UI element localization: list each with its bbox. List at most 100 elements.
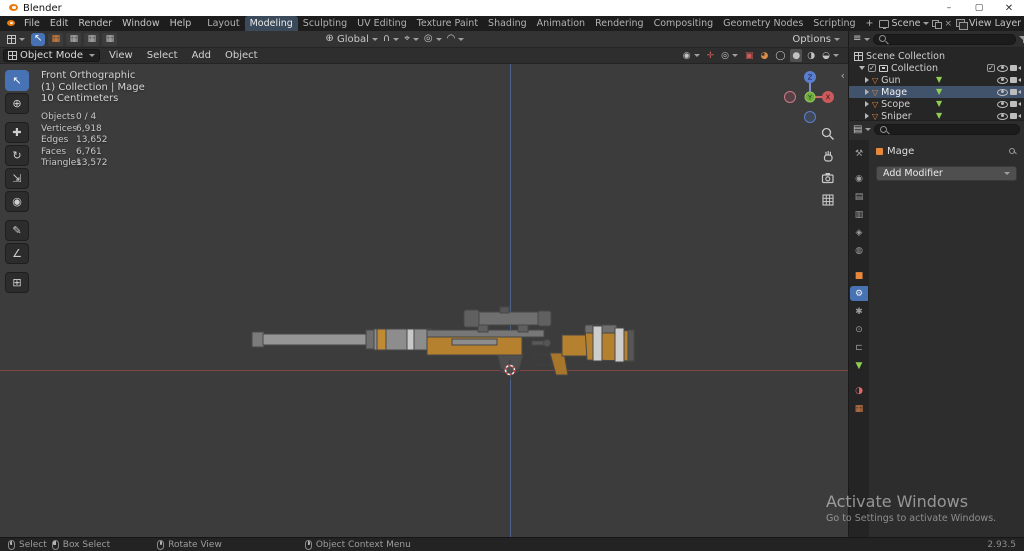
- shading-solid[interactable]: ●: [790, 49, 802, 62]
- workspace-tab-layout[interactable]: Layout: [202, 16, 244, 31]
- outliner-row-collection[interactable]: Collection: [849, 62, 1024, 74]
- properties-tab-modifiers[interactable]: ⚙: [850, 286, 868, 301]
- mage-expand-caret[interactable]: [865, 89, 869, 95]
- properties-tab-output[interactable]: ▤: [850, 189, 868, 204]
- zoom-icon[interactable]: [820, 126, 836, 142]
- camera-view-icon[interactable]: [820, 170, 836, 186]
- scope-render-icon[interactable]: [1010, 99, 1021, 108]
- tool-scale[interactable]: ⇲: [5, 168, 29, 189]
- properties-tab-world[interactable]: ◍: [850, 243, 868, 258]
- collection-render-icon[interactable]: [1010, 63, 1021, 72]
- outliner-row-mage[interactable]: ▽ Mage ▼: [849, 86, 1024, 98]
- outliner-row-scope[interactable]: ▽ Scope ▼: [849, 98, 1024, 110]
- properties-search-input[interactable]: [892, 125, 1015, 135]
- workspace-tab-sculpting[interactable]: Sculpting: [298, 16, 352, 31]
- tool-annotate[interactable]: ✎: [5, 220, 29, 241]
- outliner-row-sniper[interactable]: ▽ Sniper ▼: [849, 110, 1024, 120]
- workspace-tab-rendering[interactable]: Rendering: [590, 16, 649, 31]
- xray-toggle[interactable]: ▣: [743, 49, 756, 62]
- mage-render-icon[interactable]: [1010, 87, 1021, 96]
- sniper-hide-icon[interactable]: [997, 111, 1008, 120]
- object-visibility-dropdown[interactable]: ◉: [681, 49, 702, 62]
- tool-measure[interactable]: ∠: [5, 243, 29, 264]
- gun-render-icon[interactable]: [1010, 75, 1021, 84]
- tool-cursor[interactable]: ⊕: [5, 93, 29, 114]
- menu-window[interactable]: Window: [117, 18, 164, 29]
- tool-transform[interactable]: ◉: [5, 191, 29, 212]
- workspace-tab-animation[interactable]: Animation: [532, 16, 590, 31]
- transform-orientation-dropdown[interactable]: ⊕ Global: [325, 34, 377, 45]
- new-scene-icon[interactable]: [932, 20, 940, 28]
- shading-rendered[interactable]: ◒: [820, 49, 841, 62]
- properties-tab-view-layer[interactable]: ▥: [850, 207, 868, 222]
- properties-search[interactable]: [874, 124, 1020, 135]
- gun-expand-caret[interactable]: [865, 77, 869, 83]
- show-gizmos-toggle[interactable]: ✛: [705, 49, 717, 62]
- menu-render[interactable]: Render: [73, 18, 117, 29]
- outliner-row-gun[interactable]: ▽ Gun ▼: [849, 74, 1024, 86]
- menu-file[interactable]: File: [19, 18, 45, 29]
- tool-add-cube[interactable]: ⊞: [5, 272, 29, 293]
- pan-hand-icon[interactable]: [820, 148, 836, 164]
- shading-material-preview[interactable]: ◕: [758, 49, 770, 62]
- select-mode-extend-icon[interactable]: ▦: [66, 33, 81, 46]
- sniper-expand-caret[interactable]: [865, 113, 869, 119]
- scope-hide-icon[interactable]: [997, 99, 1008, 108]
- workspace-tab-uv-editing[interactable]: UV Editing: [352, 16, 412, 31]
- falloff-dropdown[interactable]: ◠: [447, 34, 465, 44]
- minimize-button[interactable]: –: [934, 0, 964, 16]
- collection-hide-icon[interactable]: [997, 63, 1008, 72]
- tool-select-box[interactable]: ↖: [5, 70, 29, 91]
- add-modifier-button[interactable]: Add Modifier: [876, 166, 1017, 181]
- proportional-editing-dropdown[interactable]: ◎: [424, 34, 442, 44]
- view-layer-selector[interactable]: View Layer: [969, 18, 1024, 29]
- close-button[interactable]: ✕: [994, 0, 1024, 16]
- tool-rotate[interactable]: ↻: [5, 145, 29, 166]
- select-mode-new-icon[interactable]: ▦: [48, 33, 63, 46]
- unlink-scene-icon[interactable]: ×: [943, 19, 953, 29]
- menu-edit[interactable]: Edit: [45, 18, 73, 29]
- editor-type-button[interactable]: [4, 33, 28, 46]
- shading-wireframe[interactable]: ◯: [773, 49, 787, 62]
- outliner-filter-button[interactable]: [1019, 35, 1024, 44]
- workspace-tab-texture-paint[interactable]: Texture Paint: [412, 16, 483, 31]
- select-menu[interactable]: Select: [142, 50, 183, 61]
- outliner-editor-type-button[interactable]: ≡: [853, 34, 870, 44]
- pin-icon[interactable]: [1008, 147, 1017, 156]
- collection-exclude-checkbox[interactable]: [987, 64, 995, 72]
- snap-target-dropdown[interactable]: ⌖: [404, 34, 419, 44]
- workspace-tab-shading[interactable]: Shading: [483, 16, 532, 31]
- select-mode-subtract-icon[interactable]: ▦: [84, 33, 99, 46]
- properties-tab-object[interactable]: ■: [850, 268, 868, 283]
- sniper-render-icon[interactable]: [1010, 111, 1021, 120]
- active-tool-button[interactable]: ↖: [31, 33, 45, 46]
- viewport-3d[interactable]: Front Orthographic (1) Collection | Mage…: [0, 64, 848, 537]
- gun-hide-icon[interactable]: [997, 75, 1008, 84]
- add-workspace-button[interactable]: +: [861, 16, 879, 31]
- object-menu[interactable]: Object: [220, 50, 263, 61]
- collection-checkbox[interactable]: [868, 64, 876, 72]
- select-mode-invert-icon[interactable]: ▦: [102, 33, 117, 46]
- shading-lookdev[interactable]: ◑: [805, 49, 817, 62]
- snap-toggle[interactable]: ∩: [383, 34, 399, 44]
- ortho-grid-icon[interactable]: [820, 192, 836, 208]
- properties-editor-type-button[interactable]: ▤: [853, 125, 871, 135]
- mage-hide-icon[interactable]: [997, 87, 1008, 96]
- properties-tab-constraints[interactable]: ⊏: [850, 340, 868, 355]
- show-overlays-toggle[interactable]: ◎: [719, 49, 740, 62]
- options-dropdown[interactable]: Options: [792, 34, 840, 45]
- workspace-tab-geometry-nodes[interactable]: Geometry Nodes: [718, 16, 808, 31]
- properties-tab-particles[interactable]: ✱: [850, 304, 868, 319]
- properties-tab-texture[interactable]: ▦: [850, 401, 868, 416]
- sidebar-collapse-arrow[interactable]: [841, 70, 845, 81]
- navigation-gizmo[interactable]: Z X Y: [782, 69, 838, 125]
- maximize-button[interactable]: ▢: [964, 0, 994, 16]
- rifle-model[interactable]: [247, 303, 637, 378]
- add-menu[interactable]: Add: [187, 50, 216, 61]
- properties-tab-render[interactable]: ◉: [850, 171, 868, 186]
- view-menu[interactable]: View: [104, 50, 138, 61]
- outliner-search[interactable]: [873, 34, 1016, 45]
- workspace-tab-scripting[interactable]: Scripting: [808, 16, 860, 31]
- menu-help[interactable]: Help: [165, 18, 197, 29]
- blender-menu-icon[interactable]: [4, 18, 15, 29]
